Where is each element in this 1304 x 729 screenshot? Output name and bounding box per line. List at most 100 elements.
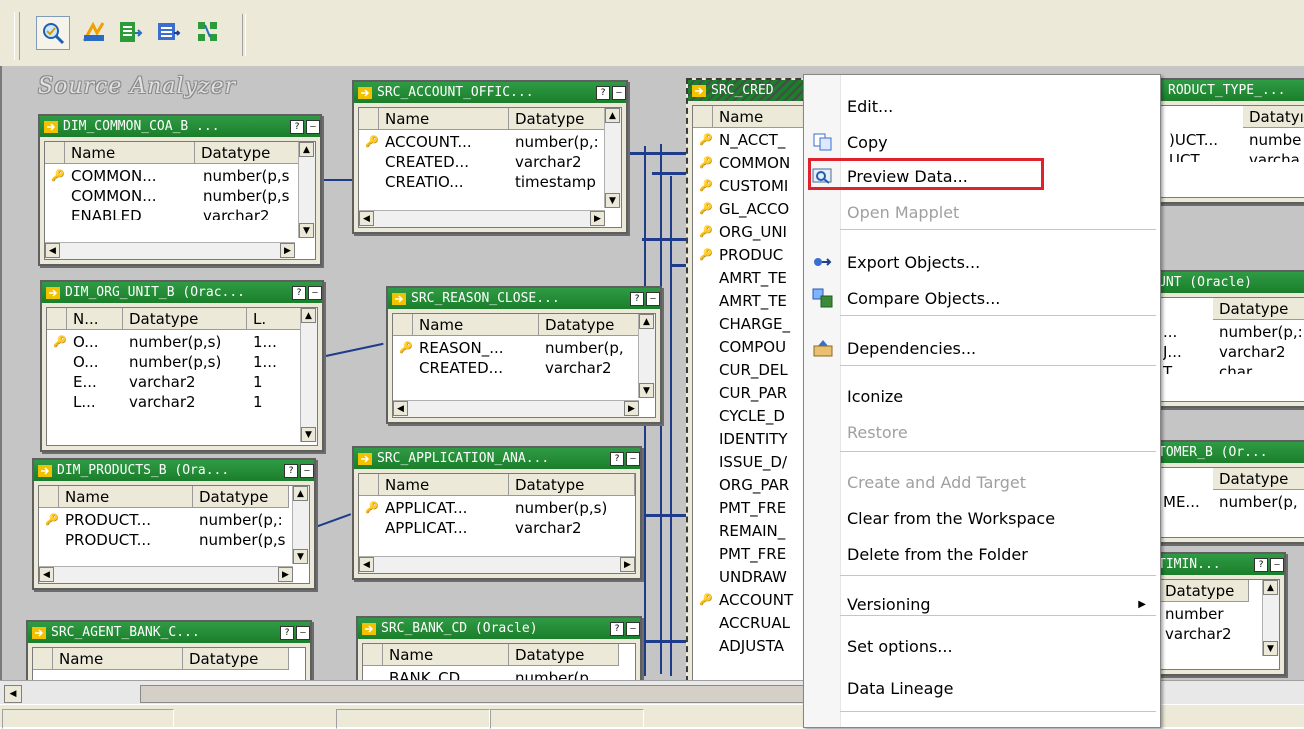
cell-name[interactable]: )UCT... [1169, 130, 1239, 150]
table-src-application[interactable]: SRC_APPLICATION_ANA... ? – Name Datatype … [352, 446, 642, 580]
menu-item-data-lineage[interactable]: Data Lineage [804, 671, 1160, 705]
column-header-datatype[interactable]: Datatype [509, 108, 607, 130]
table-header[interactable]: SRC_REASON_CLOSE... ? – [388, 288, 660, 309]
table-dim-common-coa[interactable]: DIM_COMMON_COA_B ... ? – Name Datatype 🔑 … [38, 114, 322, 266]
column-header-datatype[interactable]: Datatype [195, 142, 301, 164]
cell-datatype[interactable]: number(p, [545, 338, 635, 358]
cell-name[interactable]: E... [73, 372, 121, 392]
menu-item-edit[interactable]: Edit... [804, 89, 1160, 123]
mapplet-designer-icon[interactable] [152, 16, 184, 48]
vertical-scrollbar[interactable]: ▲ ▼ [604, 108, 621, 208]
column-header-datatype[interactable]: Datatype [509, 474, 635, 496]
scroll-left-icon[interactable]: ◀ [359, 211, 374, 226]
column-header-datatype[interactable]: Datatyı [1243, 106, 1304, 128]
cell-name[interactable]: T [1163, 362, 1211, 374]
menu-item-set-options[interactable]: Set options... [804, 629, 1160, 663]
cell-datatype[interactable]: number(p, [515, 668, 615, 680]
scroll-left-icon[interactable]: ◀ [359, 557, 374, 572]
column-header-name[interactable]: Name [413, 314, 539, 336]
cell-datatype[interactable]: number(p,s) [129, 332, 245, 352]
cell-datatype[interactable]: varchar2 [545, 358, 635, 378]
table-header[interactable]: SRC_AGENT_BANK_C... ? – [28, 622, 310, 643]
cell-name[interactable]: O... [73, 352, 121, 372]
help-icon[interactable]: ? [630, 291, 644, 306]
vertical-scrollbar[interactable]: ▲ ▼ [1262, 580, 1279, 656]
scroll-right-icon[interactable]: ▶ [280, 243, 295, 258]
help-icon[interactable]: ? [290, 119, 304, 134]
scroll-left-icon[interactable]: ◀ [393, 401, 408, 416]
table-header[interactable]: TIMIN... ? – [1154, 554, 1284, 575]
menu-item-dependencies[interactable]: Dependencies... [804, 331, 1160, 365]
cell-name[interactable]: L... [73, 392, 121, 412]
vertical-scrollbar[interactable]: ▲ ▼ [298, 142, 315, 238]
help-icon[interactable]: ? [280, 625, 294, 640]
help-icon[interactable]: ? [610, 451, 624, 466]
menu-item-clear-from-the-workspace[interactable]: Clear from the Workspace [804, 501, 1160, 535]
table-right-timin[interactable]: TIMIN... ? – Datatype number varchar2 ▲ ▼ [1152, 552, 1286, 676]
horizontal-scrollbar[interactable]: ◀ ▶ [393, 400, 639, 417]
scroll-right-icon[interactable]: ▶ [278, 567, 293, 582]
column-header-name[interactable]: Name [383, 644, 509, 666]
cell-datatype[interactable]: varchar2 [515, 518, 633, 538]
column-header-datatype[interactable]: Datatype [123, 308, 247, 330]
help-icon[interactable]: ? [1254, 557, 1268, 572]
cell-name[interactable]: CREATED... [419, 358, 537, 378]
cell-name[interactable]: BANK_CD [389, 668, 507, 680]
help-icon[interactable]: ? [610, 621, 624, 636]
menu-item-export-objects[interactable]: Export Objects... [804, 245, 1160, 279]
cell-datatype[interactable]: number(p,: [1219, 322, 1304, 342]
table-header[interactable]: SRC_APPLICATION_ANA... ? – [354, 448, 640, 469]
cell-name[interactable]: CREATIO... [385, 172, 507, 192]
cell-name[interactable]: UCT [1169, 150, 1239, 162]
column-header-datatype[interactable]: Datatype [539, 314, 639, 336]
cell-datatype[interactable]: number(p,s [199, 530, 287, 550]
table-src-bank-cd[interactable]: SRC_BANK_CD (Oracle) ? – Name Datatype BA… [356, 616, 642, 680]
cell-datatype[interactable]: varchar2 [203, 206, 299, 220]
cell-datatype[interactable]: varcha [1249, 150, 1304, 162]
table-header[interactable]: UNT (Oracle) [1154, 272, 1304, 293]
menu-item-delete-from-the-folder[interactable]: Delete from the Folder [804, 537, 1160, 571]
cell-name[interactable]: ... [1163, 322, 1211, 342]
help-icon[interactable]: ? [284, 463, 298, 478]
table-header[interactable]: DIM_COMMON_COA_B ... ? – [40, 116, 320, 137]
cell-length[interactable]: 1... [253, 332, 299, 352]
scroll-down-icon[interactable]: ▼ [299, 223, 314, 238]
minimize-icon[interactable]: – [612, 85, 626, 100]
table-src-account-offic[interactable]: SRC_ACCOUNT_OFFIC... ? – Name Datatype 🔑 … [352, 80, 628, 234]
cell-datatype[interactable]: number(p, [1219, 492, 1304, 512]
cell-name[interactable]: PRODUCT... [65, 510, 191, 530]
scroll-up-icon[interactable]: ▲ [605, 108, 620, 123]
cell-datatype[interactable]: number(p,s) [515, 498, 633, 518]
column-header-datatype[interactable]: Datatype [1213, 298, 1304, 320]
scroll-up-icon[interactable]: ▲ [293, 486, 308, 501]
minimize-icon[interactable]: – [646, 291, 660, 306]
cell-datatype[interactable]: number(p,s [203, 166, 299, 186]
column-header-name[interactable]: Name [65, 142, 195, 164]
help-icon[interactable]: ? [292, 285, 306, 300]
cell-name[interactable]: CREATED... [385, 152, 507, 172]
scroll-up-icon[interactable]: ▲ [1263, 580, 1278, 595]
vertical-scrollbar[interactable]: ▲ ▼ [638, 314, 655, 398]
table-right-account[interactable]: UNT (Oracle) Datatype ... number(p,: J..… [1152, 270, 1304, 408]
cell-name[interactable]: APPLICAT... [385, 498, 507, 518]
scroll-down-icon[interactable]: ▼ [605, 193, 620, 208]
cell-name[interactable]: ACCOUNT... [385, 132, 507, 152]
scroll-up-icon[interactable]: ▲ [639, 314, 654, 329]
horizontal-scrollbar[interactable]: ◀ ▶ [45, 242, 295, 259]
menu-item-iconize[interactable]: Iconize [804, 379, 1160, 413]
cell-datatype[interactable]: varchar2 [1219, 342, 1304, 362]
column-header-name[interactable]: Name [379, 474, 509, 496]
table-header[interactable]: TOMER_B (Or... [1154, 442, 1304, 463]
cell-name[interactable]: PRODUCT... [65, 530, 191, 550]
cell-name[interactable]: COMMON... [71, 166, 193, 186]
cell-datatype[interactable]: varchar2 [129, 392, 245, 412]
cell-name[interactable]: J... [1163, 342, 1211, 362]
cell-datatype[interactable]: numbe [1249, 130, 1304, 150]
cell-datatype[interactable]: number(p,: [199, 510, 287, 530]
cell-datatype[interactable]: number(p,: [515, 132, 605, 152]
table-header[interactable]: DIM_PRODUCTS_B (Ora... ? – [34, 460, 314, 481]
cell-datatype[interactable]: number(p,s) [129, 352, 245, 372]
scroll-thumb[interactable] [140, 685, 804, 703]
cell-datatype[interactable]: varchar2 [129, 372, 245, 392]
table-header[interactable]: SRC_ACCOUNT_OFFIC... ? – [354, 82, 626, 103]
